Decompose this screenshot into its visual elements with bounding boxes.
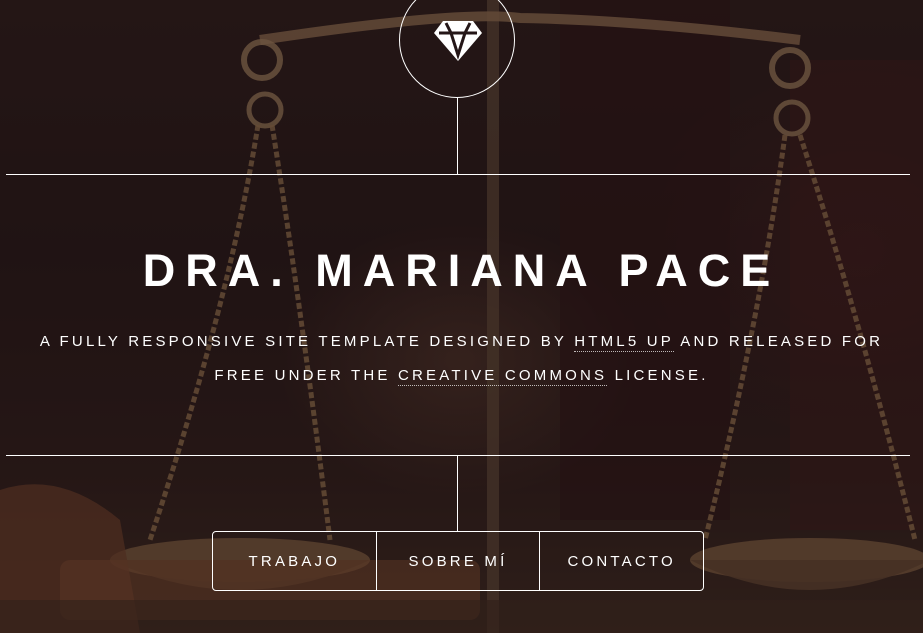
subtitle-text: LICENSE. xyxy=(607,367,709,384)
subtitle-text: A FULLY RESPONSIVE SITE TEMPLATE DESIGNE… xyxy=(39,333,575,350)
creative-commons-link[interactable]: CREATIVE COMMONS xyxy=(397,367,608,386)
diamond-icon xyxy=(434,21,482,61)
nav-item-contacto[interactable]: CONTACTO xyxy=(539,532,703,590)
nav-item-trabajo[interactable]: TRABAJO xyxy=(213,532,376,590)
nav-item-sobre-mi[interactable]: SOBRE MÍ xyxy=(375,532,540,590)
page-subtitle: A FULLY RESPONSIVE SITE TEMPLATE DESIGNE… xyxy=(30,325,893,393)
divider-bottom xyxy=(6,455,910,456)
main-nav: TRABAJO SOBRE MÍ CONTACTO xyxy=(212,531,704,591)
connector-line-top xyxy=(457,98,458,174)
page-title: DRA. MARIANA PACE xyxy=(142,245,781,296)
html5up-link[interactable]: HTML5 UP xyxy=(574,333,674,352)
connector-line-bottom xyxy=(457,456,458,531)
divider-top xyxy=(6,174,910,175)
